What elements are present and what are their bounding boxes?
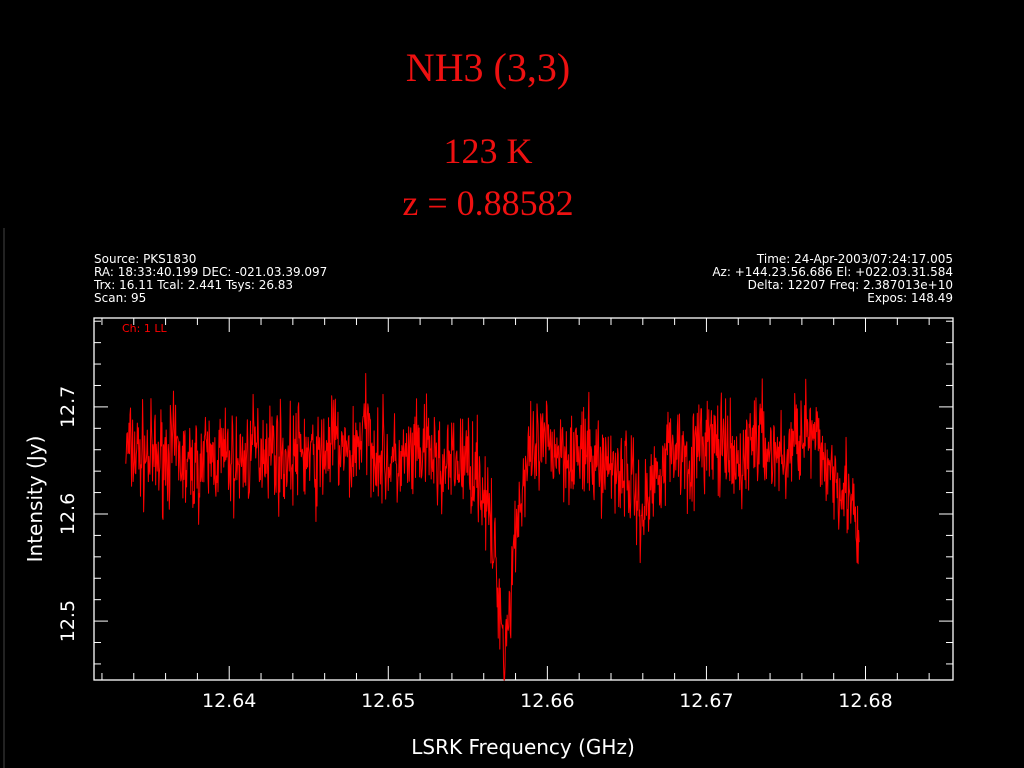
header-left-line: Source: PKS1830 (94, 252, 196, 266)
header-right-line: Delta: 12207 Freq: 2.387013e+10 (748, 278, 953, 292)
x-tick-label: 12.68 (838, 690, 892, 712)
x-axis-label: LSRK Frequency (GHz) (411, 735, 635, 759)
header-right-line: Time: 24-Apr-2003/07:24:17.005 (756, 252, 953, 266)
y-axis-label: Intensity (Jy) (23, 436, 47, 563)
spectrum-trace (125, 372, 860, 681)
header-right-line: Az: +144.23.56.686 El: +022.03.31.584 (712, 265, 953, 279)
y-tick-label: 12.6 (57, 493, 79, 535)
header-left-line: Scan: 95 (94, 291, 146, 305)
x-tick-label: 12.65 (361, 690, 415, 712)
slide-title: NH3 (3,3) (405, 45, 571, 90)
header-left-line: Trx: 16.11 Tcal: 2.441 Tsys: 26.83 (93, 278, 293, 292)
plot-frame (93, 317, 954, 681)
y-tick-label: 12.7 (57, 386, 79, 428)
y-ticks: 12.5 12.6 12.7 (57, 320, 953, 665)
header-right-line: Expos: 148.49 (867, 291, 953, 305)
temperature-label: 123 K (443, 131, 533, 171)
x-tick-label: 12.64 (202, 690, 256, 712)
x-tick-label: 12.67 (679, 690, 733, 712)
spectrum-chart: Source: PKS1830 RA: 18:33:40.199 DEC: -0… (3, 228, 954, 768)
x-tick-label: 12.66 (520, 690, 574, 712)
redshift-label: z = 0.88582 (402, 183, 574, 223)
channel-label: Ch: 1 LL (122, 322, 167, 335)
y-tick-label: 12.5 (57, 600, 79, 642)
header-left-line: RA: 18:33:40.199 DEC: -021.03.39.097 (94, 265, 327, 279)
